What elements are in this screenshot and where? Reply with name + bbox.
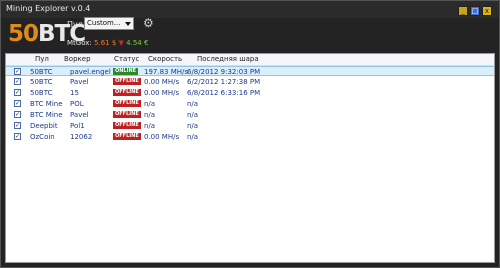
row-checkbox[interactable]: ✓ [14,133,21,140]
worker-cell: 15 [70,89,79,97]
last-share-cell: 6/2/2012 1:27:38 PM [187,78,261,86]
table-row[interactable]: ✓ OzCoin 12062 0.00 MH/s n/a OFFLINE [6,132,494,142]
table-row[interactable]: ✓ 50BTC pavel.engel 197.83 MH/s 6/8/2012 9:3… [6,66,494,76]
mtgox-label: MtGox: [67,39,92,47]
speed-cell: n/a [144,122,156,130]
last-share-cell: n/a [187,122,199,130]
workers-table: Пул Воркер Статус Скорость Последняя шар… [5,53,495,263]
worker-cell: pavel.engel [70,68,111,76]
last-share-cell: n/a [187,133,199,141]
table-row[interactable]: ✓ BTC Mine Pavel n/a n/a OFFLINE [6,110,494,120]
row-checkbox[interactable]: ✓ [14,78,21,85]
speed-cell: 197.83 MH/s [144,68,189,76]
pool-cell: 50BTC [30,68,53,76]
column-header-pool[interactable]: Пул [35,55,49,63]
window-title: Mining Explorer v.0.4 [6,4,91,13]
pool-label: Пул [67,20,83,29]
gear-icon[interactable]: ⚙ [143,17,154,29]
logo-number: 50 [8,21,39,47]
speed-cell: 0.00 MH/s [144,89,180,97]
speed-cell: 0.00 MH/s [144,78,180,86]
title-bar[interactable]: Mining Explorer v.0.4 _ □ x [1,1,499,18]
table-row[interactable]: ✓ 50BTC 15 0.00 MH/s 6/8/2012 6:33:16 PM OFFL… [6,88,494,98]
column-header-worker[interactable]: Воркер [64,55,91,63]
status-badge: ONLINE [113,68,139,75]
trend-down-icon: ▼ [118,39,124,47]
row-checkbox[interactable]: ✓ [14,68,21,75]
mtgox-eur: 4.54 € [126,39,149,47]
app-window: Mining Explorer v.0.4 _ □ x 50BTC Пул Cu… [0,0,500,268]
pool-select-value: Custom... [87,19,121,27]
worker-cell: 12062 [70,133,93,141]
pool-cell: Deepbit [30,122,58,130]
pool-cell: OzCoin [30,133,55,141]
worker-cell: Pavel [70,78,89,86]
speed-cell: n/a [144,111,156,119]
table-row[interactable]: ✓ 50BTC Pavel 0.00 MH/s 6/2/2012 1:27:38 PM O… [6,77,494,87]
mtgox-rate: MtGox: 5.61 $ ▼ 4.54 € [67,39,148,47]
status-badge: OFFLINE [113,122,141,129]
chevron-down-icon [125,22,131,26]
column-header-speed[interactable]: Скорость [148,55,182,63]
table-row[interactable]: ✓ Deepbit Pol1 n/a n/a OFFLINE [6,121,494,131]
status-badge: OFFLINE [113,100,141,107]
pool-cell: BTC Mine [30,100,63,108]
speed-cell: 0.00 MH/s [144,133,180,141]
speed-cell: n/a [144,100,156,108]
worker-cell: Pavel [70,111,89,119]
pool-cell: 50BTC [30,78,53,86]
last-share-cell: n/a [187,111,199,119]
maximize-icon[interactable]: □ [470,6,480,16]
status-badge: OFFLINE [113,111,141,118]
status-badge: OFFLINE [113,133,141,140]
column-header-status[interactable]: Статус [114,55,139,63]
last-share-cell: 6/8/2012 6:33:16 PM [187,89,261,97]
last-share-cell: 6/8/2012 9:32:03 PM [187,68,261,76]
status-badge: OFFLINE [113,78,141,85]
row-checkbox[interactable]: ✓ [14,111,21,118]
worker-cell: Pol1 [70,122,85,130]
table-row[interactable]: ✓ BTC Mine POL n/a n/a OFFLINE [6,99,494,109]
mtgox-usd: 5.61 $ [94,39,117,47]
status-badge: OFFLINE [113,89,141,96]
pool-select[interactable]: Custom... [84,17,134,30]
column-header-last-share[interactable]: Последняя шара [197,55,259,63]
row-checkbox[interactable]: ✓ [14,89,21,96]
minimize-icon[interactable]: _ [458,6,468,16]
table-header: Пул Воркер Статус Скорость Последняя шар… [6,54,494,66]
close-icon[interactable]: x [482,6,492,16]
pool-cell: 50BTC [30,89,53,97]
worker-cell: POL [70,100,84,108]
row-checkbox[interactable]: ✓ [14,122,21,129]
row-checkbox[interactable]: ✓ [14,100,21,107]
last-share-cell: n/a [187,100,199,108]
pool-cell: BTC Mine [30,111,63,119]
